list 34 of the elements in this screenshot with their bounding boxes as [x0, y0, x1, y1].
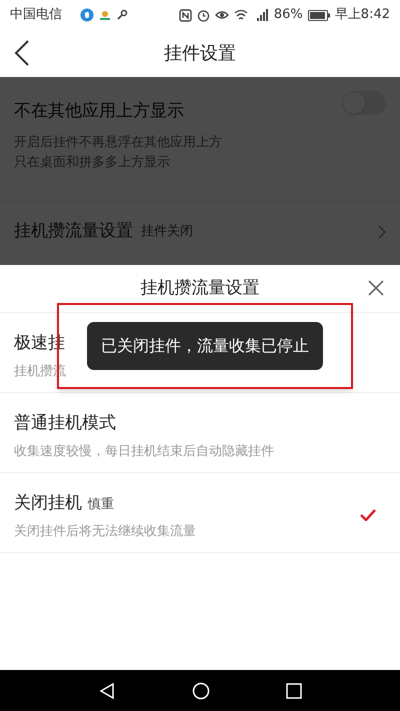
- clock-label: 早上8:42: [334, 6, 390, 24]
- recents-nav-button[interactable]: [286, 682, 302, 698]
- back-icon: [14, 40, 30, 66]
- triangle-icon: [98, 682, 116, 700]
- carrier-label: 中国电信: [10, 6, 62, 24]
- home-nav-button[interactable]: [192, 682, 210, 700]
- key-icon: [116, 9, 128, 21]
- option-tag: 慎重: [88, 495, 114, 514]
- cloud-icon: [98, 8, 112, 22]
- setting-title: 挂机攒流量设置: [14, 220, 133, 244]
- option-row[interactable]: 普通挂机模式 收集速度较慢，每日挂机结束后自动隐藏挂件: [0, 393, 400, 473]
- battery-label: 86%: [274, 6, 303, 24]
- option-title: 关闭挂机: [14, 492, 82, 515]
- option-row[interactable]: 关闭挂机 慎重 关闭挂件后将无法继续收集流量: [0, 473, 400, 553]
- battery-icon: [308, 10, 330, 20]
- toast-message: 已关闭挂件，流量收集已停止: [87, 322, 323, 370]
- app-icon: [80, 8, 94, 22]
- option-description: 收集速度较慢，每日挂机结束后自动隐藏挂件: [14, 442, 274, 460]
- sheet-title: 挂机攒流量设置: [140, 276, 260, 300]
- nfc-icon: [178, 8, 192, 22]
- close-icon: [368, 280, 384, 296]
- square-icon: [286, 682, 302, 698]
- close-button[interactable]: [368, 280, 384, 296]
- setting-value: 挂件关闭: [141, 223, 193, 242]
- circle-icon: [192, 682, 210, 700]
- option-description: 关闭挂件后将无法继续收集流量: [14, 522, 196, 540]
- wifi-icon: [234, 9, 248, 21]
- option-title: 普通挂机模式: [14, 412, 116, 435]
- setting-title: 不在其他应用上方显示: [14, 100, 184, 123]
- back-nav-button[interactable]: [98, 682, 116, 700]
- page-title: 挂件设置: [164, 42, 236, 66]
- alarm-icon: [196, 8, 210, 22]
- eye-icon: [214, 9, 229, 21]
- back-button[interactable]: [14, 40, 30, 66]
